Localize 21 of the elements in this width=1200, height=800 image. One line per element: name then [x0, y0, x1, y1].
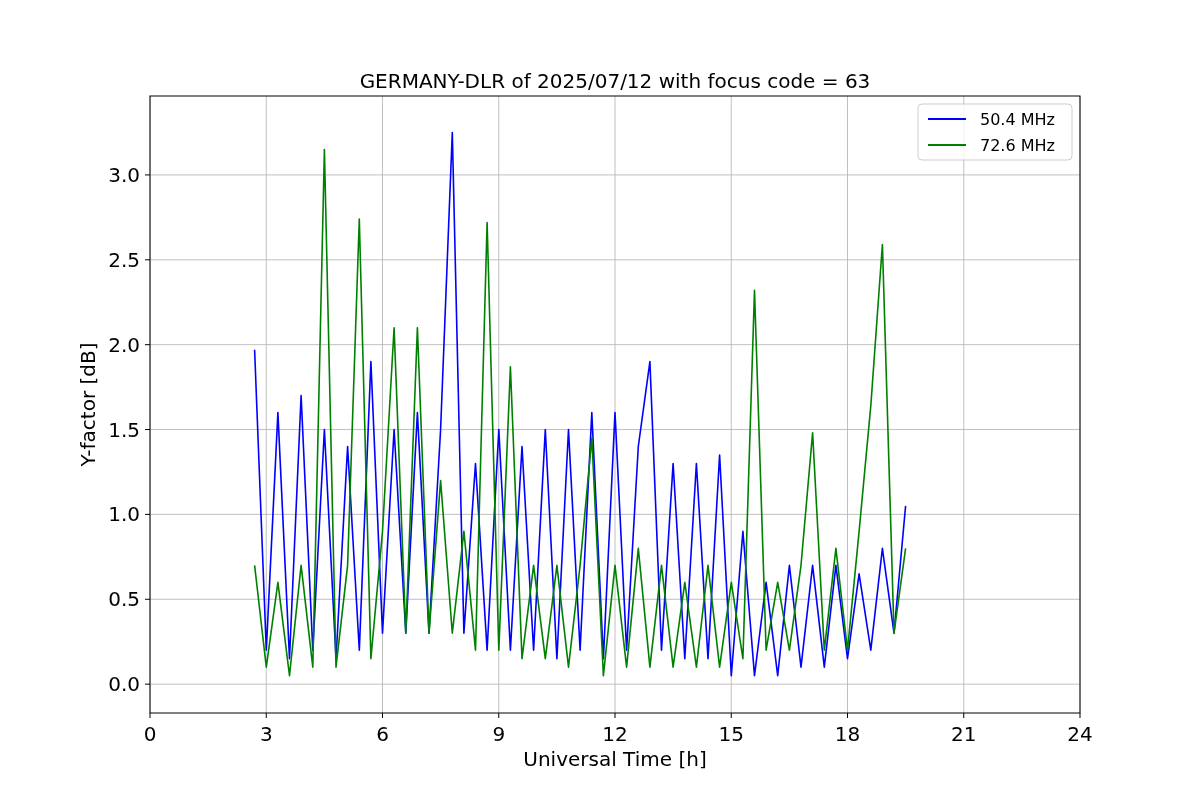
chart-title: GERMANY-DLR of 2025/07/12 with focus code = 63 — [359, 69, 871, 93]
legend-label: 72.6 MHz — [980, 136, 1055, 155]
x-tick-label: 12 — [602, 722, 628, 746]
x-tick-label: 15 — [718, 722, 744, 746]
x-tick-label: 3 — [259, 722, 273, 746]
y-tick-label: 2.5 — [108, 247, 140, 272]
y-tick-label: 1.5 — [108, 417, 140, 442]
x-tick-label: 9 — [492, 722, 506, 746]
x-tick-label: 18 — [834, 722, 861, 746]
y-tick-label: 0.0 — [108, 672, 140, 697]
x-tick-label: 0 — [143, 722, 157, 746]
x-tick-label: 21 — [951, 722, 977, 746]
y-tick-label: 3.0 — [108, 162, 140, 187]
legend-label: 50.4 MHz — [980, 110, 1055, 129]
y-tick-label: 1.0 — [108, 502, 140, 527]
y-tick-label: 0.5 — [108, 587, 140, 612]
y-tick-label: 2.0 — [108, 332, 140, 357]
x-tick-label: 24 — [1067, 722, 1093, 746]
y-axis-label: Y-factor [dB] — [76, 342, 100, 467]
x-axis-label: Universal Time [h] — [523, 747, 707, 771]
x-tick-label: 6 — [376, 722, 389, 746]
